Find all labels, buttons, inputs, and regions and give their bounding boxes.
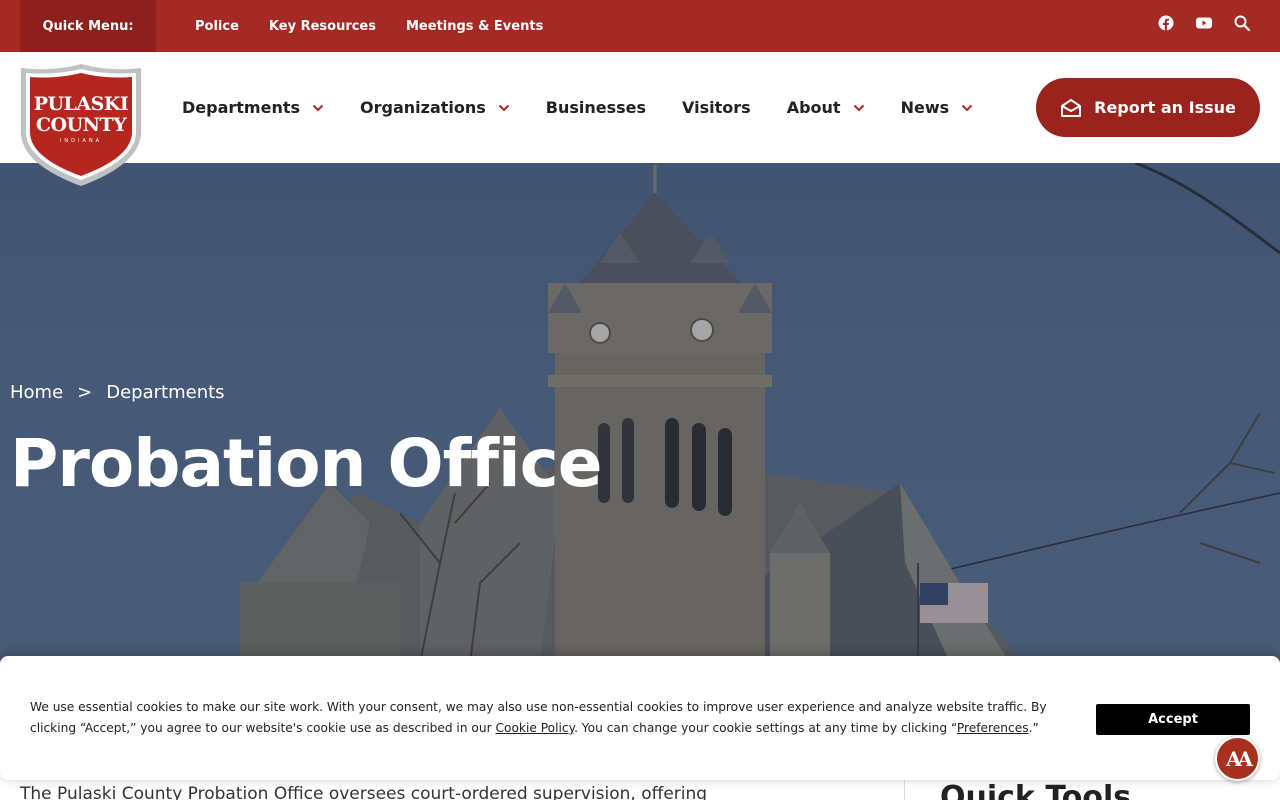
nav-label: About [786,98,841,117]
logo-line-2: COUNTY [35,114,127,136]
chevron-down-icon [853,104,864,111]
cookie-banner: We use essential cookies to make our sit… [0,656,1280,780]
nav-item-organizations[interactable]: Organizations [360,98,510,117]
page-title: Probation Office [10,425,603,502]
county-logo[interactable]: PULASKI COUNTY INDIANA [18,62,144,188]
accept-cookies-button[interactable]: Accept [1096,704,1250,735]
nav-item-about[interactable]: About [787,98,865,117]
search-icon[interactable] [1234,15,1250,31]
courthouse-image [0,163,1280,663]
quick-link-police[interactable]: Police [195,19,239,34]
cookie-text: We use essential cookies to make our sit… [30,697,1080,739]
intro-paragraph: The Pulaski County Probation Office over… [20,784,708,800]
main-navigation: Departments Organizations Businesses Vis… [182,52,1009,163]
report-issue-label: Report an Issue [1094,98,1236,117]
youtube-icon[interactable] [1196,15,1212,31]
logo-line-1: PULASKI [33,93,129,115]
nav-label: Departments [182,98,301,117]
cookie-policy-link[interactable]: Cookie Policy [496,721,575,735]
nav-label: News [900,98,950,117]
quick-link-key-resources[interactable]: Key Resources [269,19,376,34]
logo-line-3: INDIANA [59,138,103,144]
top-utility-bar: Quick Menu: Police Key Resources Meeting… [0,0,1280,52]
nav-item-businesses[interactable]: Businesses [546,98,646,117]
quick-link-meetings-events[interactable]: Meetings & Events [406,19,543,34]
social-icons [1136,15,1250,31]
hero-banner: Home > Departments Probation Office [0,163,1280,663]
nav-item-departments[interactable]: Departments [182,98,324,117]
accessibility-button[interactable]: AA [1215,736,1260,781]
quick-menu-label: Quick Menu: [20,0,156,52]
nav-label: Visitors [682,98,751,117]
chevron-down-icon [961,104,973,111]
nav-label: Businesses [545,98,647,117]
quick-menu-links: Police Key Resources Meetings & Events [195,0,573,52]
breadcrumb-home[interactable]: Home [10,382,63,403]
chevron-down-icon [312,104,324,111]
nav-item-news[interactable]: News [901,98,974,117]
breadcrumb-separator: > [77,382,93,403]
breadcrumb: Home > Departments [10,382,225,403]
cookie-text-part-3: .” [1028,721,1039,735]
chevron-down-icon [498,104,509,111]
nav-label: Organizations [360,98,486,117]
breadcrumb-departments[interactable]: Departments [106,382,224,403]
cookie-text-part-2: . You can change your cookie settings at… [574,721,957,735]
envelope-icon [1061,98,1082,117]
quick-tools-heading: Quick Tools [940,780,1132,800]
facebook-icon[interactable] [1158,15,1174,31]
nav-item-visitors[interactable]: Visitors [682,98,751,117]
report-issue-button[interactable]: Report an Issue [1036,78,1260,137]
preferences-link[interactable]: Preferences [957,721,1029,735]
